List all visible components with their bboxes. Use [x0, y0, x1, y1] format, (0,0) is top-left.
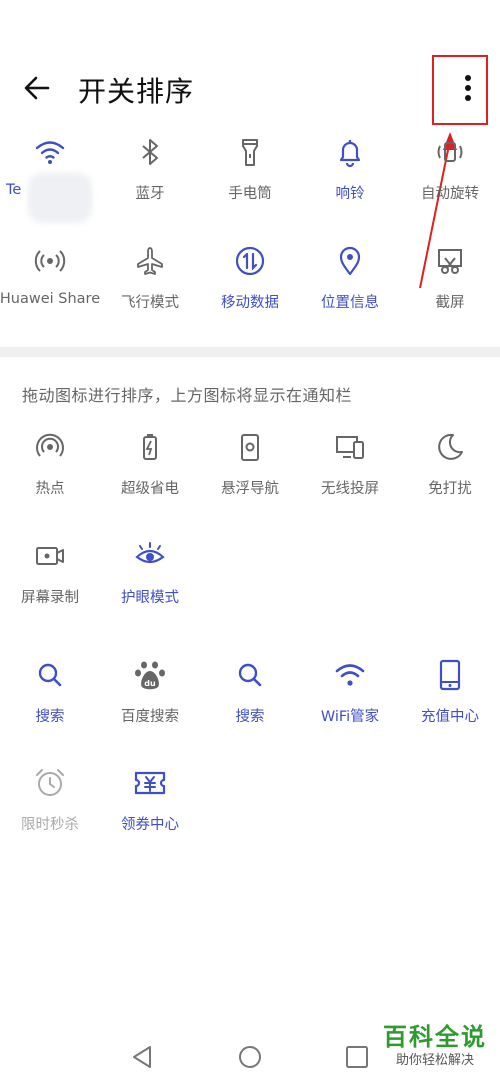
- bluetooth-icon: [133, 135, 167, 169]
- tile-ring[interactable]: 响铃: [300, 135, 400, 235]
- tile-auto-rotate[interactable]: 自动旋转: [400, 135, 500, 235]
- tile-label: 搜索: [235, 709, 265, 725]
- tile-label: 截屏: [435, 295, 465, 311]
- screen-record-icon: [33, 539, 67, 573]
- auto-rotate-icon: [433, 135, 467, 169]
- tile-label: 位置信息: [321, 295, 379, 311]
- back-arrow-icon[interactable]: [18, 68, 58, 108]
- tile-label: 屏幕录制: [21, 590, 79, 606]
- moon-icon: [433, 430, 467, 464]
- battery-saver-icon: [133, 430, 167, 464]
- wireless-projection-icon: [333, 430, 367, 464]
- tile-label: 热点: [35, 481, 65, 497]
- bell-icon: [333, 135, 367, 169]
- tile-screenshot[interactable]: 截屏: [400, 244, 500, 344]
- svg-text:du: du: [144, 679, 156, 688]
- tile-label: WiFi管家: [320, 709, 380, 725]
- search-icon: [33, 658, 67, 692]
- tile-label: 充值中心: [421, 709, 479, 725]
- tile-label: 搜索: [35, 709, 65, 725]
- tile-label: 响铃: [335, 186, 365, 202]
- tile-search[interactable]: 搜索: [0, 658, 100, 758]
- tile-bluetooth[interactable]: 蓝牙: [100, 135, 200, 235]
- tile-label: 悬浮导航: [221, 481, 279, 497]
- alarm-clock-icon: [33, 766, 67, 800]
- location-icon: [333, 244, 367, 278]
- highlight-box: [432, 55, 488, 125]
- tile-label: 超级省电: [121, 481, 179, 497]
- tile-search-2[interactable]: 搜索: [200, 658, 300, 758]
- tile-label: 蓝牙: [135, 186, 165, 202]
- tile-label: 飞行模式: [121, 295, 179, 311]
- tile-huawei-share[interactable]: Huawei Share: [0, 244, 100, 344]
- coupon-icon: [133, 766, 167, 800]
- tile-label: 自动旋转: [421, 186, 479, 202]
- wifi-icon: [33, 135, 67, 169]
- tile-baidu-search[interactable]: du 百度搜索: [100, 658, 200, 758]
- tile-eye-comfort[interactable]: 护眼模式: [100, 539, 200, 639]
- flashlight-icon: [233, 135, 267, 169]
- header: 开关排序: [0, 50, 500, 124]
- tile-label: 领券中心: [121, 817, 179, 833]
- mobile-data-icon: [233, 244, 267, 278]
- tile-hotspot[interactable]: 热点: [0, 430, 100, 530]
- phone-icon: [433, 658, 467, 692]
- tile-label: Huawei Share: [0, 291, 101, 307]
- section-divider: [0, 347, 500, 357]
- tile-label: 限时秒杀: [21, 817, 79, 833]
- watermark-logo: 百科全说 助你轻松解决: [375, 1022, 495, 1078]
- hotspot-icon: [33, 430, 67, 464]
- blurred-overlay: [28, 173, 92, 223]
- eye-icon: [133, 539, 167, 573]
- wifi-icon: [333, 658, 367, 692]
- nav-home-icon[interactable]: [235, 1042, 265, 1072]
- tile-do-not-disturb[interactable]: 免打扰: [400, 430, 500, 530]
- tile-airplane[interactable]: 飞行模式: [100, 244, 200, 344]
- watermark-subtitle: 助你轻松解决: [395, 1053, 474, 1068]
- tile-wifi-manager[interactable]: WiFi管家: [300, 658, 400, 758]
- search-icon: [233, 658, 267, 692]
- nav-back-icon[interactable]: [128, 1042, 158, 1072]
- floating-nav-icon: [233, 430, 267, 464]
- sort-hint: 拖动图标进行排序，上方图标将显示在通知栏: [22, 386, 353, 405]
- baidu-paw-icon: du: [133, 658, 167, 692]
- tile-label: 免打扰: [428, 481, 472, 497]
- tile-label: 移动数据: [221, 295, 279, 311]
- watermark-title: 百科全说: [383, 1023, 487, 1051]
- tile-coupon-center[interactable]: 领券中心: [100, 766, 200, 866]
- huawei-share-icon: [33, 244, 67, 278]
- airplane-icon: [133, 244, 167, 278]
- tile-screen-record[interactable]: 屏幕录制: [0, 539, 100, 639]
- tile-label: 百度搜索: [121, 709, 179, 725]
- tile-battery-saver[interactable]: 超级省电: [100, 430, 200, 530]
- tile-flashlight[interactable]: 手电筒: [200, 135, 300, 235]
- tile-location[interactable]: 位置信息: [300, 244, 400, 344]
- tile-wireless-projection[interactable]: 无线投屏: [300, 430, 400, 530]
- tile-label: 无线投屏: [321, 481, 379, 497]
- tile-label: 手电筒: [228, 186, 272, 202]
- screenshot-icon: [433, 244, 467, 278]
- tile-label: 护眼模式: [121, 590, 179, 606]
- page-title: 开关排序: [78, 75, 195, 108]
- nav-recents-icon[interactable]: [342, 1042, 372, 1072]
- tile-floating-nav[interactable]: 悬浮导航: [200, 430, 300, 530]
- tile-recharge-center[interactable]: 充值中心: [400, 658, 500, 758]
- tile-mobile-data[interactable]: 移动数据: [200, 244, 300, 344]
- tile-flash-sale[interactable]: 限时秒杀: [0, 766, 100, 866]
